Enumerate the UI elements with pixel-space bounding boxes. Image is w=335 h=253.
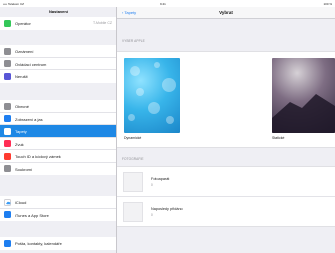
still-wallpaper-thumbnail[interactable] — [272, 58, 335, 133]
sidebar-item-label: Ovládací centrum — [15, 61, 47, 67]
sidebar-item-icloud[interactable]: iCloud — [0, 196, 116, 209]
sidebar-item-label: Oznámení — [15, 49, 34, 54]
album-thumbnail — [123, 202, 143, 222]
album-count: 0 — [151, 213, 153, 217]
sidebar-item-control-center[interactable]: Ovládací centrum — [0, 58, 116, 70]
navigation-bar: ‹ Tapety Vybrat — [117, 7, 335, 19]
sidebar-group-carrier: Operátor T-Mobile CZ — [0, 17, 116, 30]
sidebar-item-detail: T-Mobile CZ — [92, 21, 112, 25]
gear-icon — [4, 102, 11, 110]
control-center-icon — [4, 60, 11, 67]
sidebar-item-touch-id[interactable]: Touch ID a kódový zámek — [0, 150, 116, 163]
sidebar-title: Nastavení — [49, 9, 68, 14]
battery-label: 100 % — [323, 2, 332, 6]
album-title: Naposledy přidáno — [151, 207, 183, 211]
sidebar-item-label: iCloud — [15, 200, 27, 205]
dynamic-wallpaper-label: Dynamické — [124, 136, 142, 140]
sidebar-item-general[interactable]: Obecné — [0, 100, 116, 113]
apple-wallpapers-panel: Dynamické Statické — [117, 51, 335, 148]
album-thumbnail — [123, 172, 143, 192]
sidebar-item-label: Tapety — [15, 129, 27, 134]
carrier-label: •••• Telekom CZ — [3, 2, 24, 6]
sidebar-group-icloud: iCloud iTunes a App Store — [0, 196, 116, 221]
album-recently-added[interactable]: Naposledy přidáno 0 — [117, 197, 335, 227]
sidebar-item-label: Nerušit — [15, 74, 28, 79]
sidebar-item-mail[interactable]: Pošta, kontakty, kalendáře — [0, 237, 116, 250]
cloud-icon — [4, 198, 11, 206]
sidebar-item-label: Obecné — [15, 104, 30, 109]
sidebar-item-notifications[interactable]: Oznámení — [0, 45, 116, 58]
sidebar-item-label: Soukromí — [15, 166, 33, 172]
sidebar-item-sound[interactable]: Zvuk — [0, 138, 116, 150]
app-store-icon — [4, 211, 11, 218]
page-title: Vybrat — [219, 10, 233, 15]
mail-icon — [4, 239, 11, 247]
clock: 9:41 — [160, 2, 166, 6]
dynamic-wallpaper-thumbnail[interactable] — [124, 58, 180, 133]
sidebar-item-label: Touch ID a kódový zámek — [15, 154, 61, 159]
sidebar-item-do-not-disturb[interactable]: Nerušit — [0, 70, 116, 83]
sidebar-item-wallpaper[interactable]: Tapety — [0, 125, 116, 138]
hand-icon — [4, 165, 11, 172]
sidebar-item-label: Operátor — [15, 21, 31, 26]
photos-panel: Fotoaparát 0 Naposledy přidáno 0 — [117, 166, 335, 227]
album-title: Fotoaparát — [151, 177, 170, 181]
sidebar-item-label: Zvuk — [15, 141, 24, 147]
sound-icon — [4, 140, 11, 147]
still-wallpaper-label: Statické — [272, 136, 285, 140]
sidebar-item-label: Zobrazení a jas — [15, 116, 43, 122]
status-bar: •••• Telekom CZ 9:41 100 % — [0, 0, 335, 7]
sidebar-item-display[interactable]: Zobrazení a jas — [0, 113, 116, 125]
moon-icon — [4, 72, 11, 80]
notifications-icon — [4, 47, 11, 55]
sidebar-item-carrier[interactable]: Operátor T-Mobile CZ — [0, 17, 116, 30]
sidebar-group-notifications: Oznámení Ovládací centrum Nerušit — [0, 45, 116, 83]
wallpaper-picker-pane: ‹ Tapety Vybrat VYBER APPLE Dynamické St… — [117, 7, 335, 253]
wallpaper-icon — [4, 127, 11, 135]
sidebar-group-general: Obecné Zobrazení a jas Tapety Zvuk Touch… — [0, 100, 116, 175]
sidebar-item-privacy[interactable]: Soukromí — [0, 163, 116, 176]
brightness-icon — [4, 115, 11, 122]
sidebar-item-label: Pošta, kontakty, kalendáře — [15, 241, 62, 246]
photos-header: FOTOGRAFIE — [122, 157, 144, 161]
album-count: 0 — [151, 183, 153, 187]
sidebar-item-app-store[interactable]: iTunes a App Store — [0, 209, 116, 222]
settings-sidebar: Nastavení Operátor T-Mobile CZ Oznámení … — [0, 7, 117, 253]
album-camera-roll[interactable]: Fotoaparát 0 — [117, 167, 335, 197]
phone-icon — [4, 19, 11, 27]
sidebar-group-mail: Pošta, kontakty, kalendáře — [0, 237, 116, 250]
apple-wallpapers-header: VYBER APPLE — [122, 39, 145, 43]
sidebar-item-label: iTunes a App Store — [15, 212, 49, 218]
fingerprint-icon — [4, 152, 11, 160]
